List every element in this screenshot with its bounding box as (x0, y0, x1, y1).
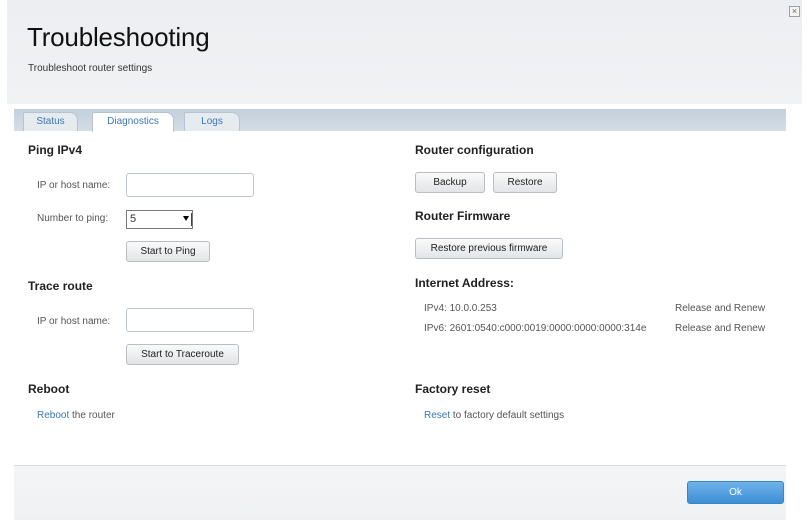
backup-button[interactable]: Backup (415, 172, 485, 193)
tab-diagnostics[interactable]: Diagnostics (92, 112, 174, 132)
dialog-header: × Troubleshooting Troubleshoot router se… (7, 0, 802, 104)
reboot-link[interactable]: Reboot (37, 410, 69, 421)
ping-count-select[interactable]: 5 (126, 210, 193, 229)
factory-reset-suffix: to factory default settings (450, 410, 565, 421)
ping-host-input[interactable] (126, 173, 254, 197)
trace-host-input[interactable] (126, 308, 254, 332)
close-icon[interactable]: × (789, 6, 800, 17)
restore-button[interactable]: Restore (493, 172, 557, 193)
tab-bar: Status Diagnostics Logs (14, 109, 786, 132)
ping-count-value: 5 (130, 213, 137, 225)
trace-host-label: IP or host name: (37, 316, 111, 327)
release-renew-ipv4-link[interactable]: Release and Renew (675, 303, 765, 314)
firmware-heading: Router Firmware (415, 209, 511, 223)
reboot-suffix: the router (69, 410, 115, 421)
ok-button[interactable]: Ok (687, 481, 784, 504)
ping-host-label: IP or host name: (37, 180, 111, 191)
release-renew-ipv6-link[interactable]: Release and Renew (675, 323, 765, 334)
select-divider (191, 213, 192, 226)
dialog-footer (14, 466, 786, 520)
start-traceroute-button[interactable]: Start to Traceroute (126, 344, 239, 365)
reboot-heading: Reboot (28, 382, 70, 396)
trace-heading: Trace route (28, 279, 93, 293)
troubleshooting-dialog: × Troubleshooting Troubleshoot router se… (7, 0, 802, 520)
restore-previous-firmware-button[interactable]: Restore previous firmware (415, 238, 563, 259)
ipv4-address: IPv4: 10.0.0.253 (424, 303, 497, 314)
router-config-heading: Router configuration (415, 143, 534, 157)
ipv6-address: IPv6: 2601:0540:c000:0019:0000:0000:0000… (424, 323, 647, 334)
factory-reset-heading: Factory reset (415, 382, 491, 396)
chevron-down-icon (183, 216, 189, 221)
page-subtitle: Troubleshoot router settings (28, 63, 153, 74)
reboot-text: Reboot the router (37, 410, 115, 421)
tab-status[interactable]: Status (23, 112, 78, 131)
tab-logs[interactable]: Logs (184, 112, 240, 131)
internet-address-heading: Internet Address: (415, 276, 514, 290)
page-title: Troubleshooting (27, 22, 210, 52)
factory-reset-link[interactable]: Reset (424, 410, 450, 421)
ping-heading: Ping IPv4 (28, 143, 83, 157)
factory-reset-text: Reset to factory default settings (424, 410, 564, 421)
start-ping-button[interactable]: Start to Ping (126, 241, 210, 262)
ping-count-label: Number to ping: (37, 213, 109, 224)
